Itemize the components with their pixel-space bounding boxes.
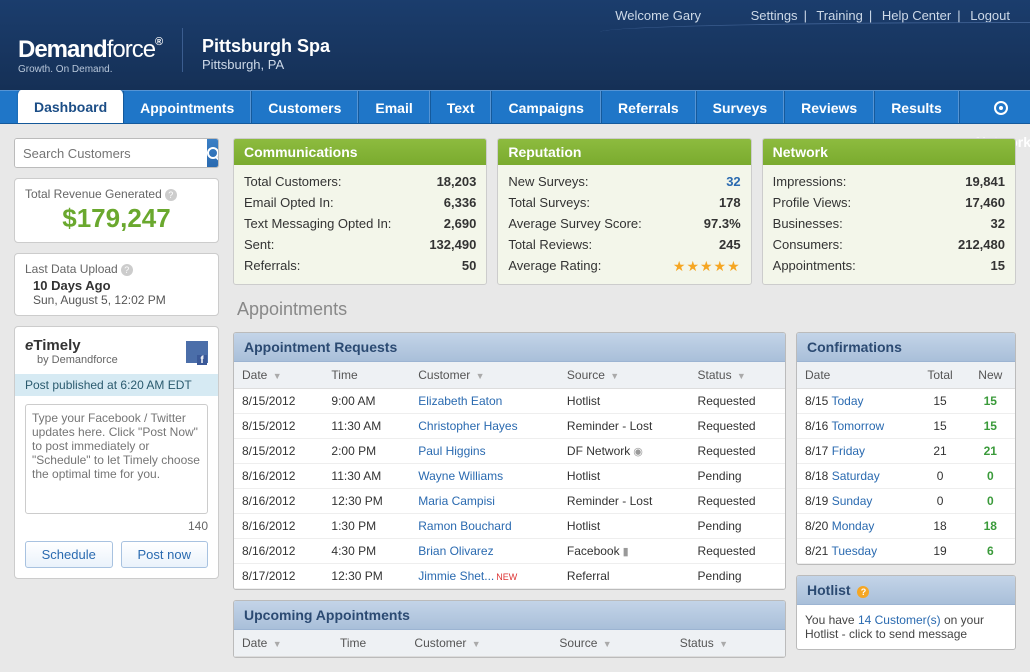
stat-comm: CommunicationsTotal Customers:18,203Emai…	[233, 138, 487, 285]
tab-appointments[interactable]: Appointments	[123, 91, 251, 123]
table-row[interactable]: 8/18 Saturday00	[797, 464, 1015, 489]
hotlist-link[interactable]: 14 Customer(s)	[858, 613, 941, 627]
tab-email[interactable]: Email	[358, 91, 429, 123]
link-logout[interactable]: Logout	[970, 8, 1010, 23]
timely-status: Post published at 6:20 AM EDT	[15, 374, 218, 396]
revenue-value: $179,247	[25, 203, 208, 234]
tab-network[interactable]: Network	[959, 91, 1030, 123]
requests-table: Date ▼TimeCustomer ▼Source ▼Status ▼8/15…	[234, 362, 785, 589]
tab-referrals[interactable]: Referrals	[601, 91, 696, 123]
table-row[interactable]: 8/16/201212:30 PMMaria CampisiReminder -…	[234, 489, 785, 514]
tab-customers[interactable]: Customers	[251, 91, 358, 123]
revenue-label: Total Revenue Generated	[25, 187, 162, 201]
search-box	[14, 138, 219, 168]
table-row[interactable]: 8/21 Tuesday196	[797, 539, 1015, 564]
table-row[interactable]: 8/15/20122:00 PMPaul HigginsDF Network◉R…	[234, 439, 785, 464]
upcoming-table: Date ▼TimeCustomer ▼Source ▼Status ▼	[234, 630, 785, 657]
search-icon	[207, 147, 219, 159]
tab-text[interactable]: Text	[430, 91, 492, 123]
stats-row: CommunicationsTotal Customers:18,203Emai…	[233, 138, 1016, 285]
char-count: 140	[25, 519, 208, 533]
hotlist-panel: Hotlist ? You have 14 Customer(s) on you…	[796, 575, 1016, 650]
table-row[interactable]: 8/19 Sunday00	[797, 489, 1015, 514]
upcoming-panel: Upcoming Appointments Date ▼TimeCustomer…	[233, 600, 786, 658]
appointments-title: Appointments	[237, 299, 1016, 320]
link-help[interactable]: Help Center	[882, 8, 951, 23]
table-row[interactable]: 8/17/201212:30 PMJimmie Shet...NEWReferr…	[234, 564, 785, 589]
tab-reviews[interactable]: Reviews	[784, 91, 874, 123]
brand-logo: Demandforce® Growth. On Demand.	[18, 36, 162, 75]
welcome-text: Welcome Gary	[609, 8, 707, 23]
requests-panel: Appointment Requests Date ▼TimeCustomer …	[233, 332, 786, 590]
table-row[interactable]: 8/16/20124:30 PMBrian OlivarezFacebook▮R…	[234, 539, 785, 564]
company-name: Pittsburgh Spa	[202, 36, 330, 57]
table-row[interactable]: 8/20 Monday1818	[797, 514, 1015, 539]
revenue-card: Total Revenue Generated? $179,247	[14, 178, 219, 243]
tab-dashboard[interactable]: Dashboard	[18, 89, 123, 123]
table-row[interactable]: 8/17 Friday2121	[797, 439, 1015, 464]
company-location: Pittsburgh, PA	[202, 57, 330, 72]
timely-card: eTimely by Demandforce Post published at…	[14, 326, 219, 579]
link-settings[interactable]: Settings	[751, 8, 798, 23]
table-row[interactable]: 8/16/20121:30 PMRamon BouchardHotlistPen…	[234, 514, 785, 539]
stat-net: NetworkImpressions:19,841Profile Views:1…	[762, 138, 1016, 285]
table-row[interactable]: 8/16/201211:30 AMWayne WilliamsHotlistPe…	[234, 464, 785, 489]
upload-when: 10 Days Ago	[33, 278, 208, 293]
table-row[interactable]: 8/15/20129:00 AMElizabeth EatonHotlistRe…	[234, 389, 785, 414]
tab-surveys[interactable]: Surveys	[696, 91, 784, 123]
search-input[interactable]	[15, 139, 207, 167]
pin-icon	[994, 101, 1008, 115]
help-icon[interactable]: ?	[165, 189, 177, 201]
table-row[interactable]: 8/15/201211:30 AMChristopher HayesRemind…	[234, 414, 785, 439]
table-row[interactable]: 8/15 Today1515	[797, 389, 1015, 414]
help-icon[interactable]: ?	[857, 586, 869, 598]
table-row[interactable]: 8/16 Tomorrow1515	[797, 414, 1015, 439]
upload-time: Sun, August 5, 12:02 PM	[33, 293, 208, 307]
top-header: Welcome Gary Settings| Training| Help Ce…	[0, 0, 1030, 90]
search-button[interactable]	[207, 139, 219, 167]
confirmations-panel: Confirmations DateTotalNew8/15 Today1515…	[796, 332, 1016, 565]
upload-card: Last Data Upload? 10 Days Ago Sun, Augus…	[14, 253, 219, 316]
tab-campaigns[interactable]: Campaigns	[491, 91, 600, 123]
help-icon[interactable]: ?	[121, 264, 133, 276]
confirmations-table: DateTotalNew8/15 Today15158/16 Tomorrow1…	[797, 362, 1015, 564]
timely-avatar	[186, 341, 208, 363]
stat-rep: ReputationNew Surveys:32Total Surveys:17…	[497, 138, 751, 285]
upload-label: Last Data Upload	[25, 262, 118, 276]
tab-results[interactable]: Results	[874, 91, 959, 123]
schedule-button[interactable]: Schedule	[25, 541, 113, 568]
main-nav: DashboardAppointmentsCustomersEmailTextC…	[0, 90, 1030, 124]
timely-textarea[interactable]	[25, 404, 208, 514]
hotlist-body: You have 14 Customer(s) on your Hotlist …	[797, 605, 1015, 649]
welcome-bar: Welcome Gary Settings| Training| Help Ce…	[609, 8, 1010, 23]
link-training[interactable]: Training	[816, 8, 862, 23]
company-block: Pittsburgh Spa Pittsburgh, PA	[202, 36, 330, 72]
postnow-button[interactable]: Post now	[121, 541, 209, 568]
